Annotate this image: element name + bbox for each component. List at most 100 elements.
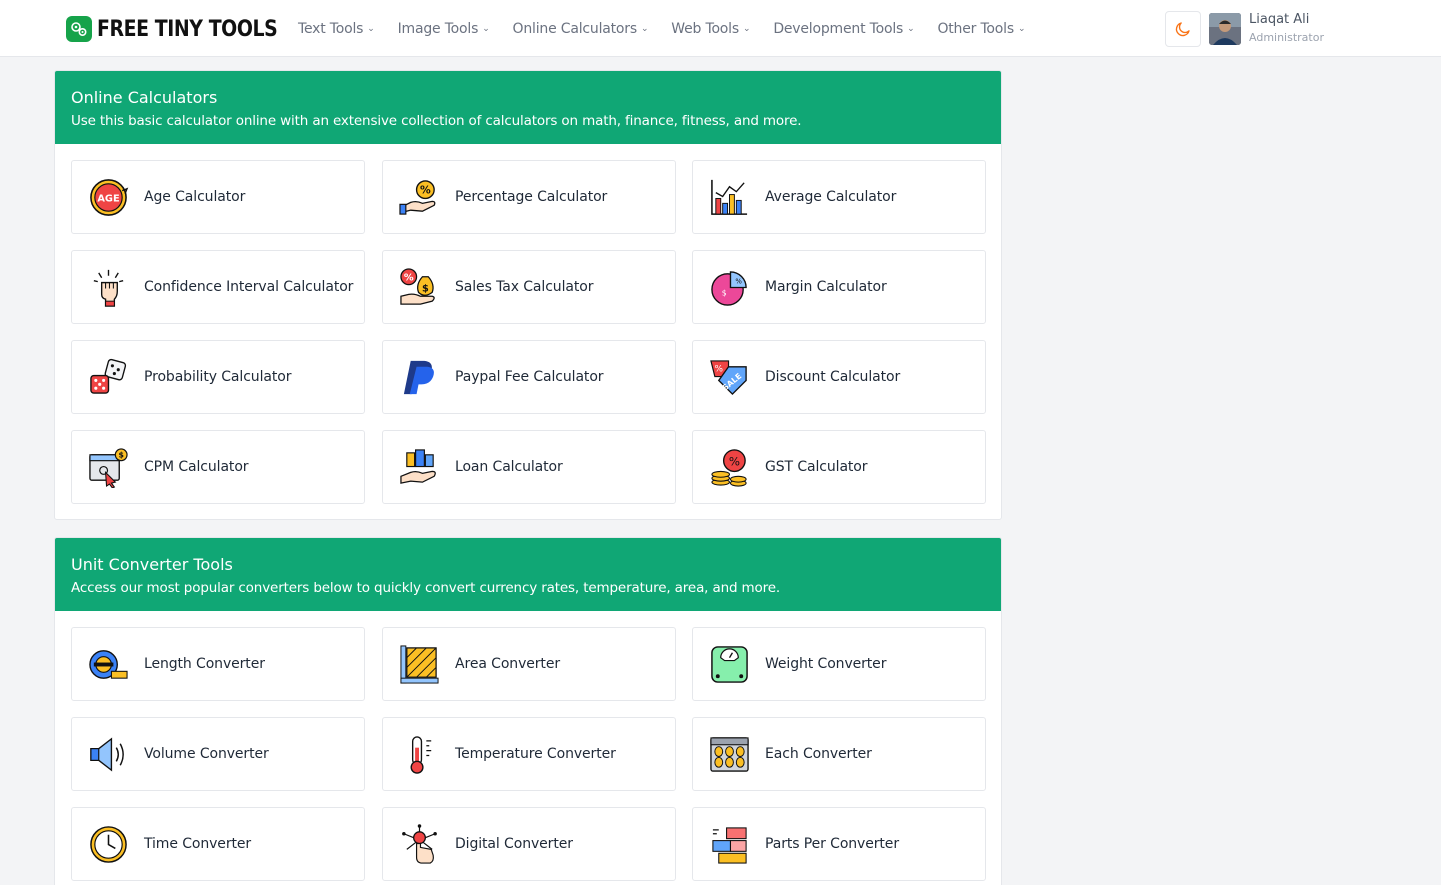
probability-calculator-card[interactable]: Probability Calculator: [71, 340, 365, 414]
parts-per-converter-card[interactable]: Parts Per Converter: [692, 807, 986, 881]
svg-text:%: %: [404, 272, 414, 283]
section-header: Unit Converter Tools Access our most pop…: [55, 538, 1001, 611]
speaker-icon: [90, 736, 124, 772]
sale-tag-icon: % SALE: [710, 359, 747, 395]
card-label: Temperature Converter: [455, 746, 616, 762]
card-label: CPM Calculator: [144, 459, 249, 475]
svg-text:$: $: [722, 288, 727, 297]
money-bag-icon: % $: [400, 267, 435, 305]
area-converter-card[interactable]: Area Converter: [382, 627, 676, 701]
digital-converter-card[interactable]: Digital Converter: [382, 807, 676, 881]
nav-image-tools[interactable]: Image Tools ⌄: [398, 21, 490, 37]
chevron-down-icon: ⌄: [367, 23, 375, 34]
chevron-down-icon: ⌄: [640, 23, 649, 34]
blocks-icon: [712, 826, 747, 864]
clock-icon: [90, 825, 127, 863]
card-label: Loan Calculator: [455, 459, 563, 475]
thermometer-icon: [410, 735, 432, 774]
nav-web-tools[interactable]: Web Tools ⌄: [671, 21, 750, 37]
nav-text-tools[interactable]: Text Tools ⌄: [298, 21, 375, 37]
section-title: Unit Converter Tools: [71, 555, 233, 574]
avatar[interactable]: [1209, 13, 1241, 45]
margin-calculator-card[interactable]: $ % Margin Calculator: [692, 250, 986, 324]
paypal-fee-calculator-card[interactable]: Paypal Fee Calculator: [382, 340, 676, 414]
svg-text:%: %: [735, 277, 742, 285]
card-label: Length Converter: [144, 656, 265, 672]
card-label: Average Calculator: [765, 189, 897, 205]
card-label: Percentage Calculator: [455, 189, 608, 205]
svg-text:AGE: AGE: [97, 193, 119, 204]
pie-chart-icon: $ %: [711, 270, 747, 306]
svg-text:%: %: [420, 183, 431, 196]
card-label: GST Calculator: [765, 459, 868, 475]
nav-label: Image Tools: [397, 20, 479, 37]
volume-converter-card[interactable]: Volume Converter: [71, 717, 365, 791]
browser-click-icon: $: [89, 447, 128, 488]
average-calculator-card[interactable]: Average Calculator: [692, 160, 986, 234]
nav-other-tools[interactable]: Other Tools ⌄: [937, 21, 1025, 37]
card-label: Area Converter: [455, 656, 560, 672]
weight-converter-card[interactable]: Weight Converter: [692, 627, 986, 701]
area-ruler-icon: [400, 644, 439, 684]
main-nav: Text Tools ⌄ Image Tools ⌄ Online Calculat…: [298, 0, 1048, 57]
nav-label: Other Tools: [937, 20, 1014, 37]
coins-percent-icon: %: [711, 448, 747, 487]
theme-toggle-button[interactable]: [1165, 11, 1201, 47]
moon-icon: [1175, 22, 1190, 37]
sales-tax-calculator-card[interactable]: % $ Sales Tax Calculator: [382, 250, 676, 324]
section-subtitle: Use this basic calculator online with an…: [71, 113, 802, 129]
card-label: Time Converter: [144, 836, 252, 852]
time-converter-card[interactable]: Time Converter: [71, 807, 365, 881]
chevron-down-icon: ⌄: [1017, 23, 1026, 34]
age-icon: AGE: [90, 178, 129, 216]
card-label: Paypal Fee Calculator: [455, 369, 604, 385]
dice-icon: [90, 358, 127, 394]
brand-logo-link[interactable]: FREE TINY TOOLS: [66, 14, 307, 44]
user-role: Administrator: [1249, 31, 1324, 44]
card-label: Volume Converter: [144, 746, 269, 762]
scale-icon: [711, 645, 748, 683]
card-label: Parts Per Converter: [765, 836, 899, 852]
nav-label: Online Calculators: [512, 20, 638, 37]
card-label: Weight Converter: [765, 656, 887, 672]
raised-fist-icon: [93, 269, 124, 307]
chevron-down-icon: ⌄: [907, 23, 915, 34]
card-label: Probability Calculator: [144, 369, 292, 385]
gst-calculator-card[interactable]: % GST Calculator: [692, 430, 986, 504]
age-calculator-card[interactable]: AGE Age Calculator: [71, 160, 365, 234]
user-name[interactable]: Liaqat Ali: [1249, 12, 1309, 27]
section-title: Online Calculators: [71, 88, 218, 107]
nav-online-calculators[interactable]: Online Calculators ⌄: [513, 21, 649, 37]
loan-calculator-card[interactable]: Loan Calculator: [382, 430, 676, 504]
cpm-calculator-card[interactable]: $ CPM Calculator: [71, 430, 365, 504]
confidence-interval-calculator-card[interactable]: Confidence Interval Calculator: [71, 250, 365, 324]
online-calculators-section: Online Calculators Use this basic calcul…: [54, 70, 1002, 520]
gears-icon: [66, 16, 92, 42]
card-label: Sales Tax Calculator: [455, 279, 594, 295]
svg-text:$: $: [422, 283, 429, 294]
card-label: Discount Calculator: [765, 369, 901, 385]
touch-network-icon: [402, 823, 437, 864]
loan-hand-icon: [400, 448, 436, 484]
nav-label: Web Tools: [671, 20, 739, 37]
unit-converter-section: Unit Converter Tools Access our most pop…: [54, 537, 1002, 885]
nav-development-tools[interactable]: Development Tools ⌄: [773, 21, 914, 37]
section-subtitle: Access our most popular converters below…: [71, 580, 781, 596]
temperature-converter-card[interactable]: Temperature Converter: [382, 717, 676, 791]
percentage-hand-icon: %: [399, 179, 436, 215]
section-header: Online Calculators Use this basic calcul…: [55, 71, 1001, 144]
card-label: Each Converter: [765, 746, 872, 762]
card-label: Margin Calculator: [765, 279, 887, 295]
percentage-calculator-card[interactable]: % Percentage Calculator: [382, 160, 676, 234]
card-label: Digital Converter: [455, 836, 573, 852]
paypal-icon: [403, 360, 434, 394]
bar-chart-icon: [711, 179, 748, 215]
egg-carton-icon: [710, 736, 749, 772]
length-converter-card[interactable]: Length Converter: [71, 627, 365, 701]
brand-name: FREE TINY TOOLS: [97, 16, 278, 42]
svg-text:%: %: [715, 364, 723, 374]
svg-text:%: %: [729, 454, 740, 468]
each-converter-card[interactable]: Each Converter: [692, 717, 986, 791]
card-label: Confidence Interval Calculator: [144, 279, 354, 295]
discount-calculator-card[interactable]: % SALE Discount Calculator: [692, 340, 986, 414]
